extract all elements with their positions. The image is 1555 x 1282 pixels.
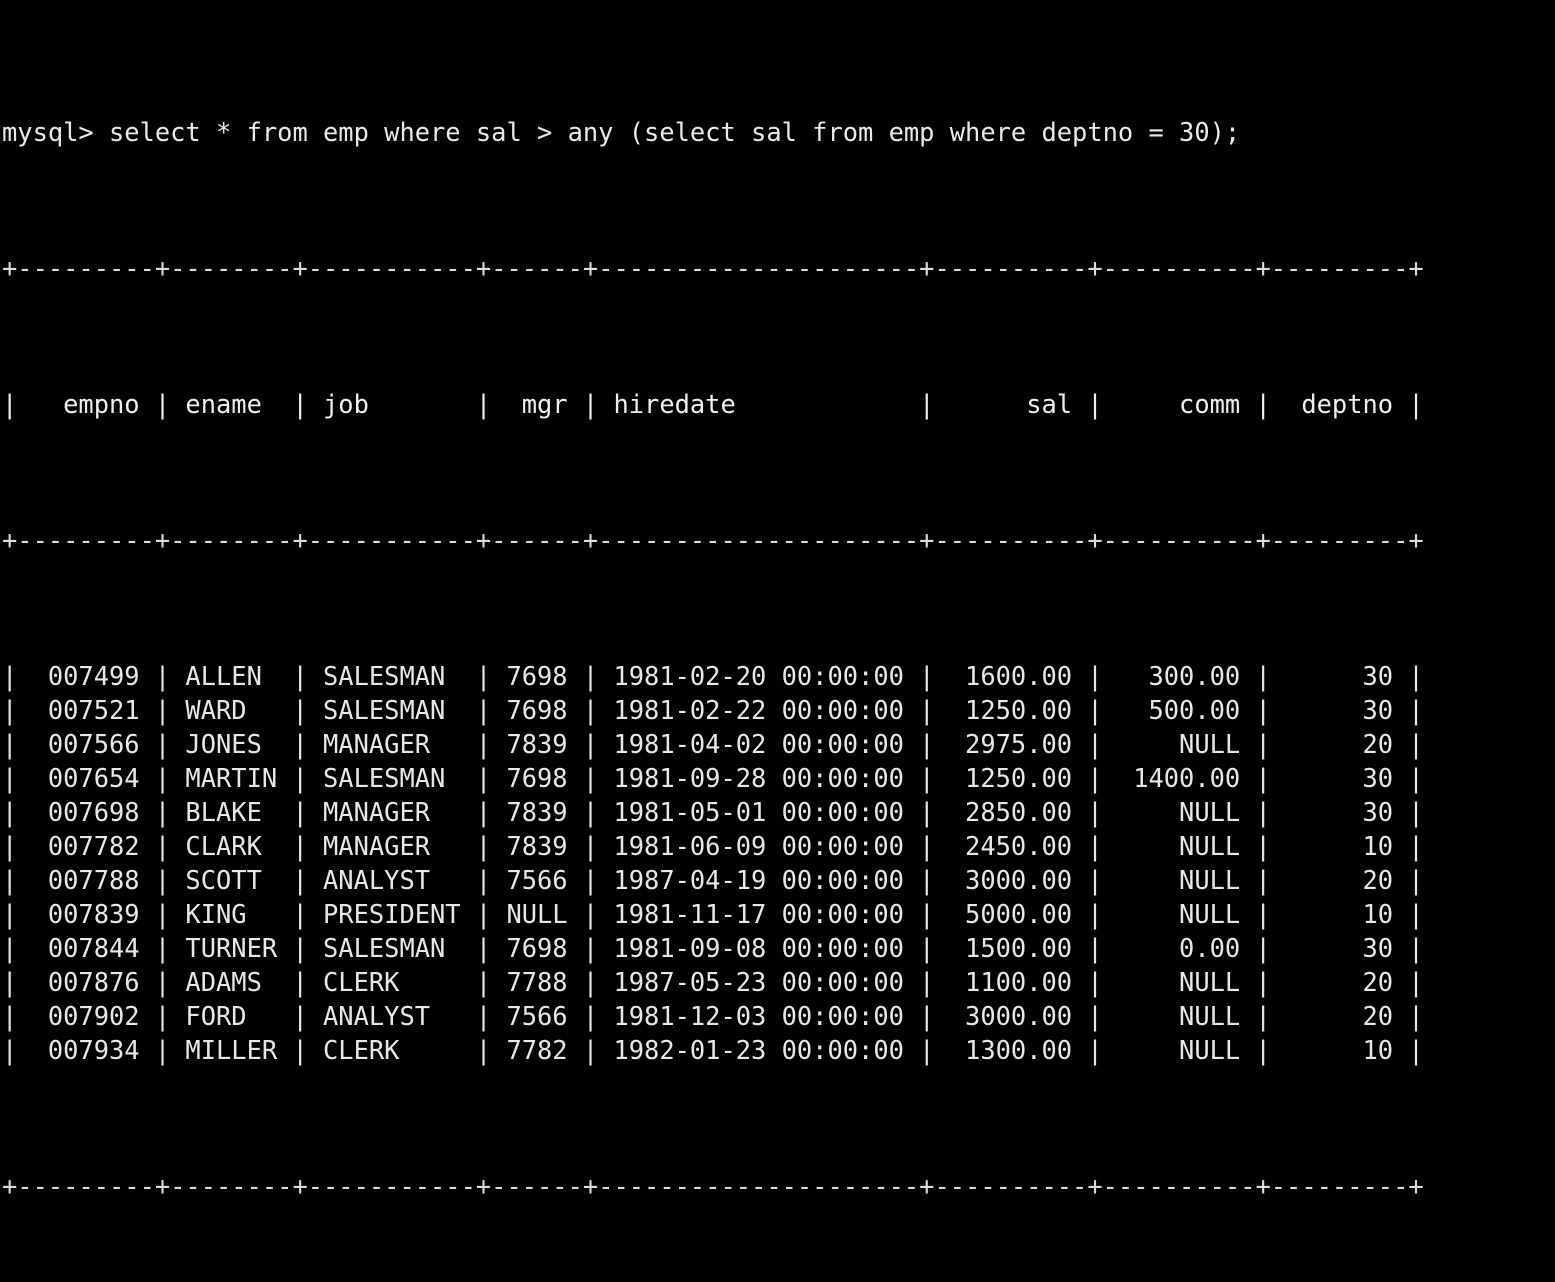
terminal-window[interactable]: mysql> select * from emp where sal > any… bbox=[0, 0, 1555, 1201]
mysql-prompt-line: mysql> select * from emp where sal > any… bbox=[2, 117, 1241, 147]
terminal-screen[interactable]: mysql> select * from emp where sal > any… bbox=[2, 13, 1424, 1282]
table-body: | 007499 | ALLEN | SALESMAN | 7698 | 198… bbox=[2, 659, 1424, 1067]
table-top-border: +---------+--------+-----------+------+-… bbox=[2, 253, 1424, 283]
table-row: | 007934 | MILLER | CLERK | 7782 | 1982-… bbox=[2, 1035, 1424, 1065]
table-row: | 007782 | CLARK | MANAGER | 7839 | 1981… bbox=[2, 831, 1424, 861]
table-row: | 007698 | BLAKE | MANAGER | 7839 | 1981… bbox=[2, 797, 1424, 827]
table-bottom-border: +---------+--------+-----------+------+-… bbox=[2, 1171, 1424, 1201]
table-row: | 007499 | ALLEN | SALESMAN | 7698 | 198… bbox=[2, 661, 1424, 691]
table-row: | 007844 | TURNER | SALESMAN | 7698 | 19… bbox=[2, 933, 1424, 963]
table-row: | 007521 | WARD | SALESMAN | 7698 | 1981… bbox=[2, 695, 1424, 725]
table-row: | 007876 | ADAMS | CLERK | 7788 | 1987-0… bbox=[2, 967, 1424, 997]
table-row: | 007566 | JONES | MANAGER | 7839 | 1981… bbox=[2, 729, 1424, 759]
table-row: | 007654 | MARTIN | SALESMAN | 7698 | 19… bbox=[2, 763, 1424, 793]
table-row: | 007788 | SCOTT | ANALYST | 7566 | 1987… bbox=[2, 865, 1424, 895]
table-row: | 007839 | KING | PRESIDENT | NULL | 198… bbox=[2, 899, 1424, 929]
table-header-separator: +---------+--------+-----------+------+-… bbox=[2, 525, 1424, 555]
table-header-row: | empno | ename | job | mgr | hiredate |… bbox=[2, 389, 1424, 419]
table-row: | 007902 | FORD | ANALYST | 7566 | 1981-… bbox=[2, 1001, 1424, 1031]
